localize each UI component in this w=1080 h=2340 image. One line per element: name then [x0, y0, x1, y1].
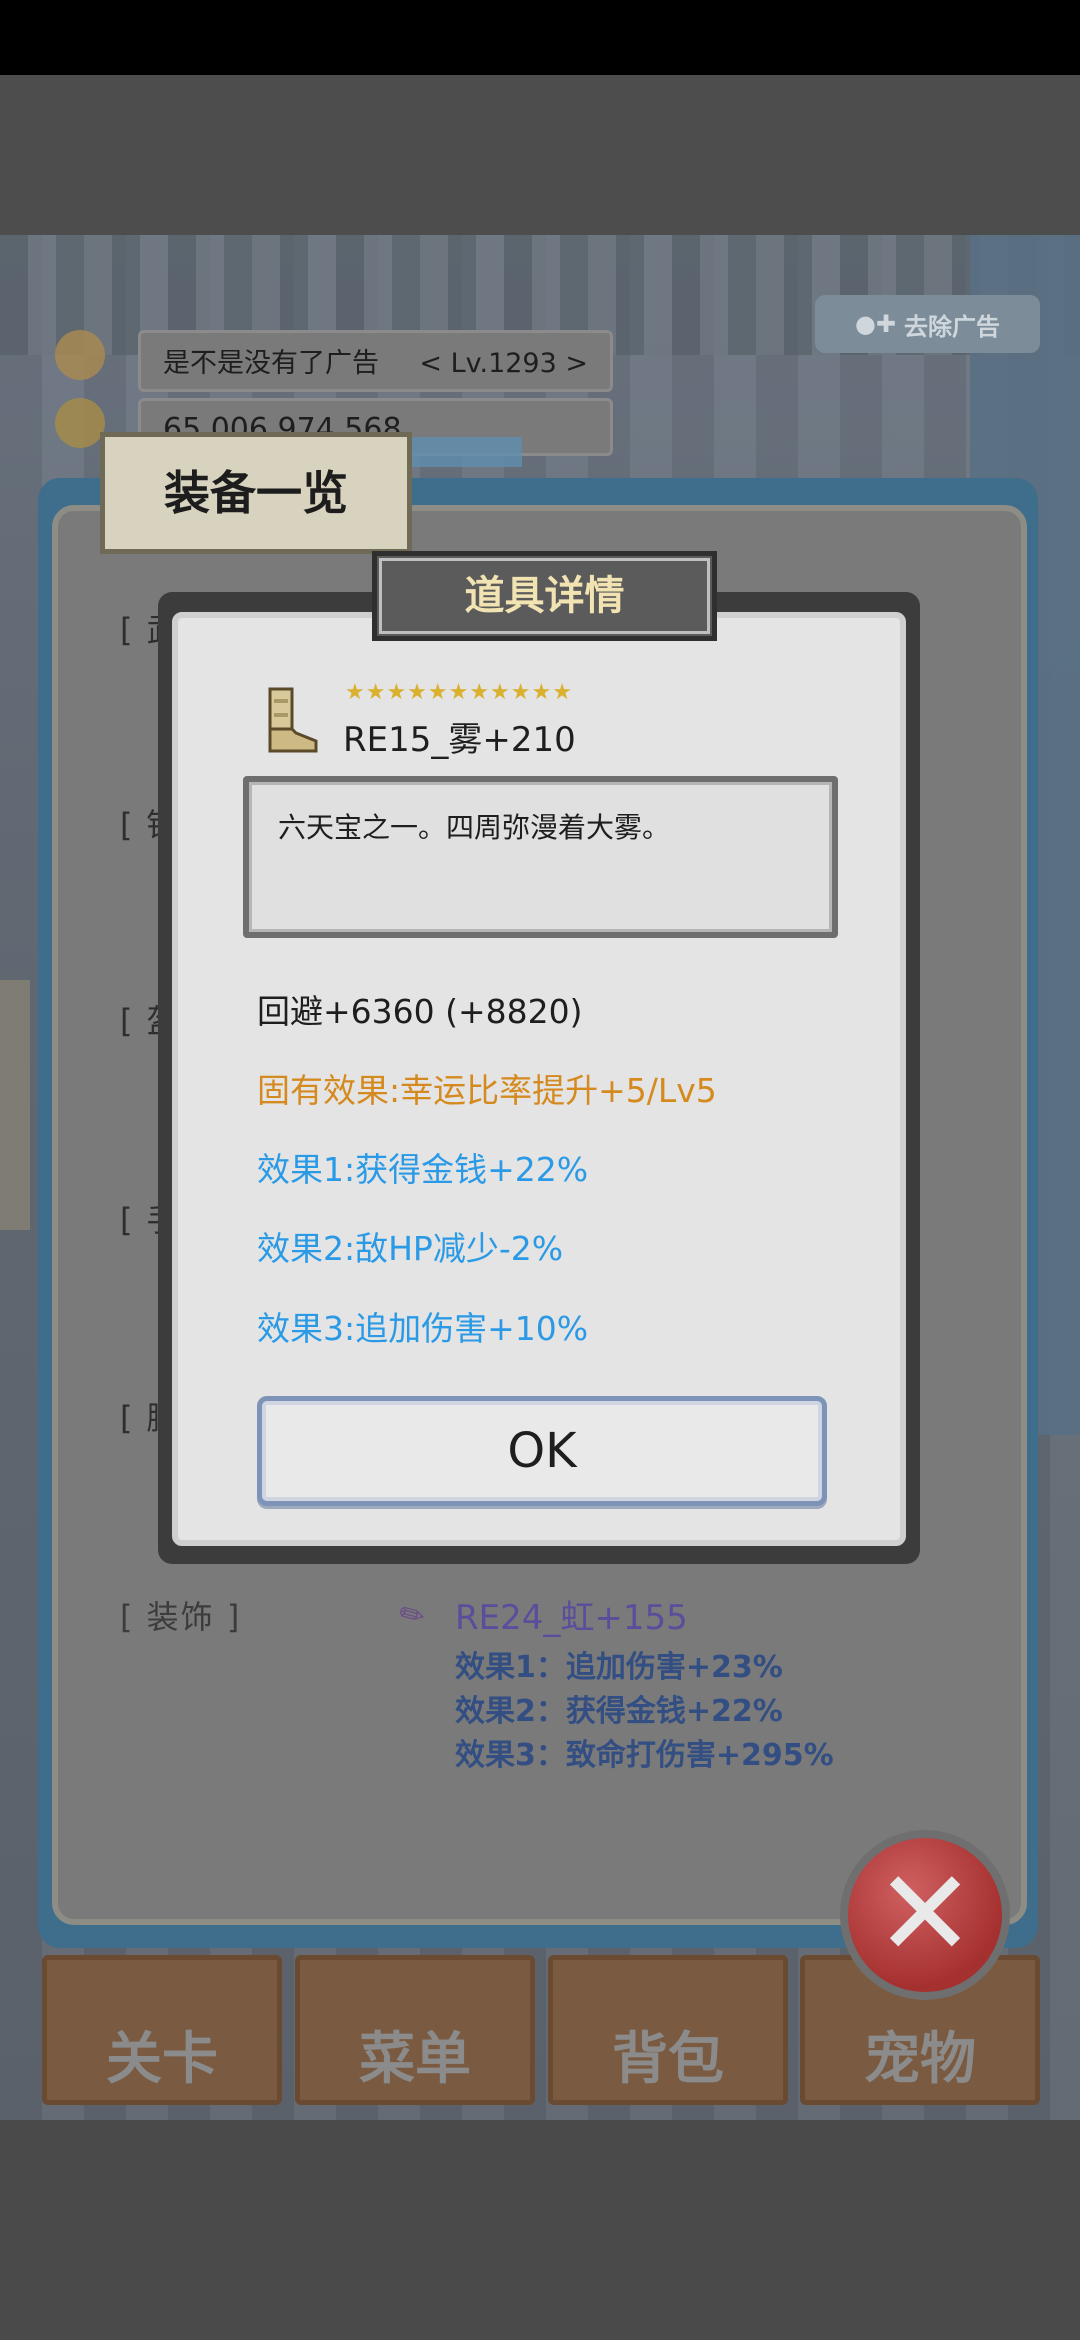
panel-tab-shadow: [412, 437, 522, 467]
item-rarity-stars: ★★★★★★★★★★★: [345, 680, 573, 705]
base-stat: 回避+6360 (+8820): [257, 992, 583, 1031]
close-icon: ✕: [874, 1845, 976, 1984]
ornament-effect-2: 效果2：获得金钱+22%: [455, 1694, 783, 1729]
effect-1: 效果1:获得金钱+22%: [257, 1150, 589, 1189]
item-name: RE15_雾+210: [343, 720, 576, 760]
ornament-item-name[interactable]: RE24_虹+155: [455, 1590, 688, 1639]
remove-ads-label: 去除广告: [904, 312, 1001, 341]
ok-button[interactable]: OK: [257, 1396, 827, 1506]
status-bar: [0, 0, 1080, 75]
remove-ads-button[interactable]: ●✚ 去除广告: [815, 295, 1040, 353]
player-avatar-icon: [55, 330, 105, 380]
gold-coin-icon: [55, 398, 105, 448]
game-screen: 是不是没有了广告 < Lv.1293 > 65,006,974,568 ●✚ 去…: [0, 0, 1080, 2340]
inherent-effect: 固有效果:幸运比率提升+5/Lv5: [257, 1071, 717, 1110]
description-box: [243, 776, 838, 938]
player-name-bar: 是不是没有了广告 < Lv.1293 >: [138, 330, 613, 392]
boot-icon: [268, 687, 318, 753]
equipment-panel-title: 装备一览: [100, 432, 412, 554]
nav-menu-button[interactable]: 菜单: [295, 1955, 535, 2105]
disc-icon: ●✚: [854, 310, 897, 338]
nav-bag-button[interactable]: 背包: [548, 1955, 788, 2105]
bottom-margin: [0, 2120, 1080, 2340]
ornament-effect-3: 效果3：致命打伤害+295%: [455, 1738, 834, 1773]
background-wall: [0, 980, 30, 1230]
effect-2: 效果2:敌HP减少-2%: [257, 1229, 564, 1268]
ornament-effect-1: 效果1：追加伤害+23%: [455, 1650, 783, 1685]
dialog-title: 道具详情: [372, 551, 717, 641]
close-panel-button[interactable]: ✕: [840, 1830, 1010, 2000]
player-level: < Lv.1293 >: [419, 348, 588, 379]
player-name: 是不是没有了广告: [163, 348, 379, 379]
effect-3: 效果3:追加伤害+10%: [257, 1309, 589, 1348]
top-margin: [0, 75, 1080, 235]
slot-label-ornament: [ 装饰 ]: [120, 1598, 242, 1636]
item-description: 六天宝之一。四周弥漫着大雾。: [278, 811, 671, 844]
nav-stage-button[interactable]: 关卡: [42, 1955, 282, 2105]
